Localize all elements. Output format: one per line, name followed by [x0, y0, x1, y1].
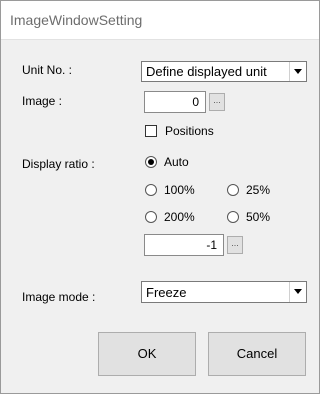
window-title: ImageWindowSetting [10, 12, 143, 28]
title-bar: ImageWindowSetting [1, 1, 319, 40]
display-ratio-label: Display ratio : [22, 157, 95, 171]
unit-no-select[interactable]: Define displayed unit [141, 61, 307, 82]
cancel-button[interactable]: Cancel [208, 332, 306, 376]
image-browse-button[interactable]: ... [209, 93, 225, 111]
ratio-100-label: 100% [164, 183, 195, 197]
ratio-100-radio[interactable] [145, 184, 157, 196]
ratio-auto-label: Auto [164, 155, 189, 169]
positions-checkbox[interactable] [145, 125, 157, 137]
image-window-setting-dialog: ImageWindowSetting Unit No. : Define dis… [0, 0, 320, 394]
image-number-field[interactable]: 0 [144, 91, 206, 113]
positions-label: Positions [165, 124, 214, 138]
ratio-50-label: 50% [246, 210, 271, 224]
ratio-value: -1 [206, 238, 217, 252]
unit-no-label: Unit No. : [22, 63, 73, 77]
ratio-browse-button[interactable]: ... [227, 236, 243, 254]
image-label: Image : [22, 94, 63, 108]
ratio-auto-radio[interactable] [145, 156, 157, 168]
ratio-25-label: 25% [246, 183, 271, 197]
chevron-down-icon [289, 62, 306, 81]
ratio-200-radio[interactable] [145, 211, 157, 223]
unit-no-value: Define displayed unit [146, 64, 267, 79]
chevron-down-icon [289, 282, 306, 302]
ratio-200-label: 200% [164, 210, 195, 224]
image-mode-label: Image mode : [22, 290, 96, 304]
ok-button[interactable]: OK [98, 332, 196, 376]
image-mode-select[interactable]: Freeze [141, 281, 307, 303]
image-value: 0 [192, 95, 199, 109]
image-mode-value: Freeze [146, 285, 187, 300]
ratio-25-radio[interactable] [227, 184, 239, 196]
ratio-50-radio[interactable] [227, 211, 239, 223]
ratio-number-field[interactable]: -1 [144, 234, 224, 256]
